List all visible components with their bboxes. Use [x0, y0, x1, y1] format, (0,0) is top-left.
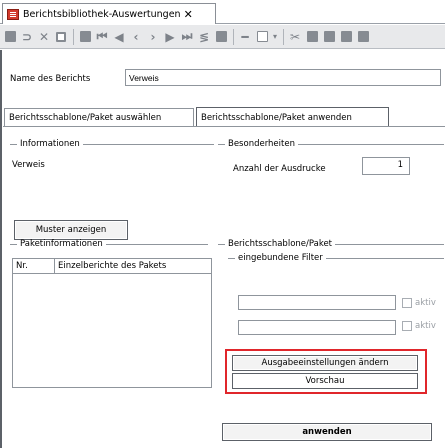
column-header-reports[interactable]: Einzelberichte des Pakets	[55, 259, 169, 273]
clipboard-icon[interactable]	[321, 29, 337, 45]
layout-icon[interactable]	[338, 29, 354, 45]
document-icon[interactable]	[254, 29, 270, 45]
template-group-title: Berichtsschablone/Paket	[218, 239, 444, 249]
filters-title: eingebundene Filter	[238, 253, 323, 263]
package-info-title: Paketinformationen	[20, 239, 103, 249]
document-tab-title: Berichtsbibliothek-Auswertungen	[23, 8, 181, 20]
scissors-icon[interactable]: ✂	[287, 29, 303, 45]
toolbar: ⊃ ✕ ⏮ ◀ ‹ › ▶ ⏭ ≶ ━ ▾ ✂	[0, 25, 445, 49]
template-title: Berichtsschablone/Paket	[228, 239, 333, 249]
information-value: Verweis	[12, 160, 45, 170]
report-icon	[7, 8, 19, 20]
special-title: Besonderheiten	[228, 139, 295, 149]
copies-field[interactable]: 1	[362, 157, 410, 175]
last-icon[interactable]: ⏭	[179, 29, 195, 45]
settings-icon[interactable]	[355, 29, 371, 45]
document-tab-strip: Berichtsbibliothek-Auswertungen ✕	[0, 0, 445, 24]
edit-icon[interactable]	[213, 29, 229, 45]
next-icon[interactable]: ▶	[162, 29, 178, 45]
tab-divider	[3, 126, 445, 127]
column-header-number[interactable]: Nr.	[13, 259, 55, 273]
minus-icon[interactable]: ━	[237, 29, 253, 45]
report-name-label: Name des Berichts	[10, 74, 91, 84]
filter-active-label-1: aktiv	[415, 298, 436, 308]
information-group-title: Informationen	[10, 139, 214, 149]
special-group-title: Besonderheiten	[218, 139, 444, 149]
package-reports-table[interactable]: Nr. Einzelberichte des Pakets	[12, 258, 212, 388]
filter-active-label-2: aktiv	[415, 321, 436, 331]
apply-button[interactable]: anwenden	[222, 423, 432, 441]
filter-active-checkbox-2[interactable]	[402, 321, 412, 331]
close-icon[interactable]: ✕	[184, 9, 193, 20]
forward-icon[interactable]: ›	[145, 29, 161, 45]
first-icon[interactable]: ⏮	[94, 29, 110, 45]
copy-icon[interactable]	[53, 29, 69, 45]
toolbar-separator	[233, 28, 234, 45]
filter-active-checkbox-1[interactable]	[402, 298, 412, 308]
package-table-header: Nr. Einzelberichte des Pakets	[13, 259, 211, 274]
filter-icon[interactable]: ≶	[196, 29, 212, 45]
save-icon[interactable]	[2, 29, 18, 45]
refresh-icon[interactable]: ⊃	[19, 29, 35, 45]
copies-label: Anzahl der Ausdrucke	[233, 164, 326, 174]
print-icon[interactable]	[77, 29, 93, 45]
delete-icon[interactable]: ✕	[36, 29, 52, 45]
toolbar-separator	[283, 28, 284, 45]
toolbar-separator	[73, 28, 74, 45]
dropdown-icon[interactable]: ▾	[271, 29, 279, 45]
paste-icon[interactable]	[304, 29, 320, 45]
filters-group-title: eingebundene Filter	[228, 253, 444, 263]
tab-apply-template[interactable]: Berichtsschablone/Paket anwenden	[196, 107, 389, 127]
tab-select-template[interactable]: Berichtsschablone/Paket auswählen	[4, 108, 194, 127]
information-title: Informationen	[20, 139, 80, 149]
report-name-input[interactable]	[125, 69, 441, 86]
preview-button[interactable]: Vorschau	[232, 373, 418, 389]
document-tab[interactable]: Berichtsbibliothek-Auswertungen ✕	[2, 3, 216, 24]
package-info-group-title: Paketinformationen	[10, 239, 208, 249]
show-sample-button[interactable]: Muster anzeigen	[14, 220, 128, 240]
output-settings-button[interactable]: Ausgabeeinstellungen ändern	[232, 355, 418, 371]
filter-field-2[interactable]	[238, 320, 396, 335]
filter-field-1[interactable]	[238, 295, 396, 310]
previous-icon[interactable]: ◀	[111, 29, 127, 45]
back-icon[interactable]: ‹	[128, 29, 144, 45]
